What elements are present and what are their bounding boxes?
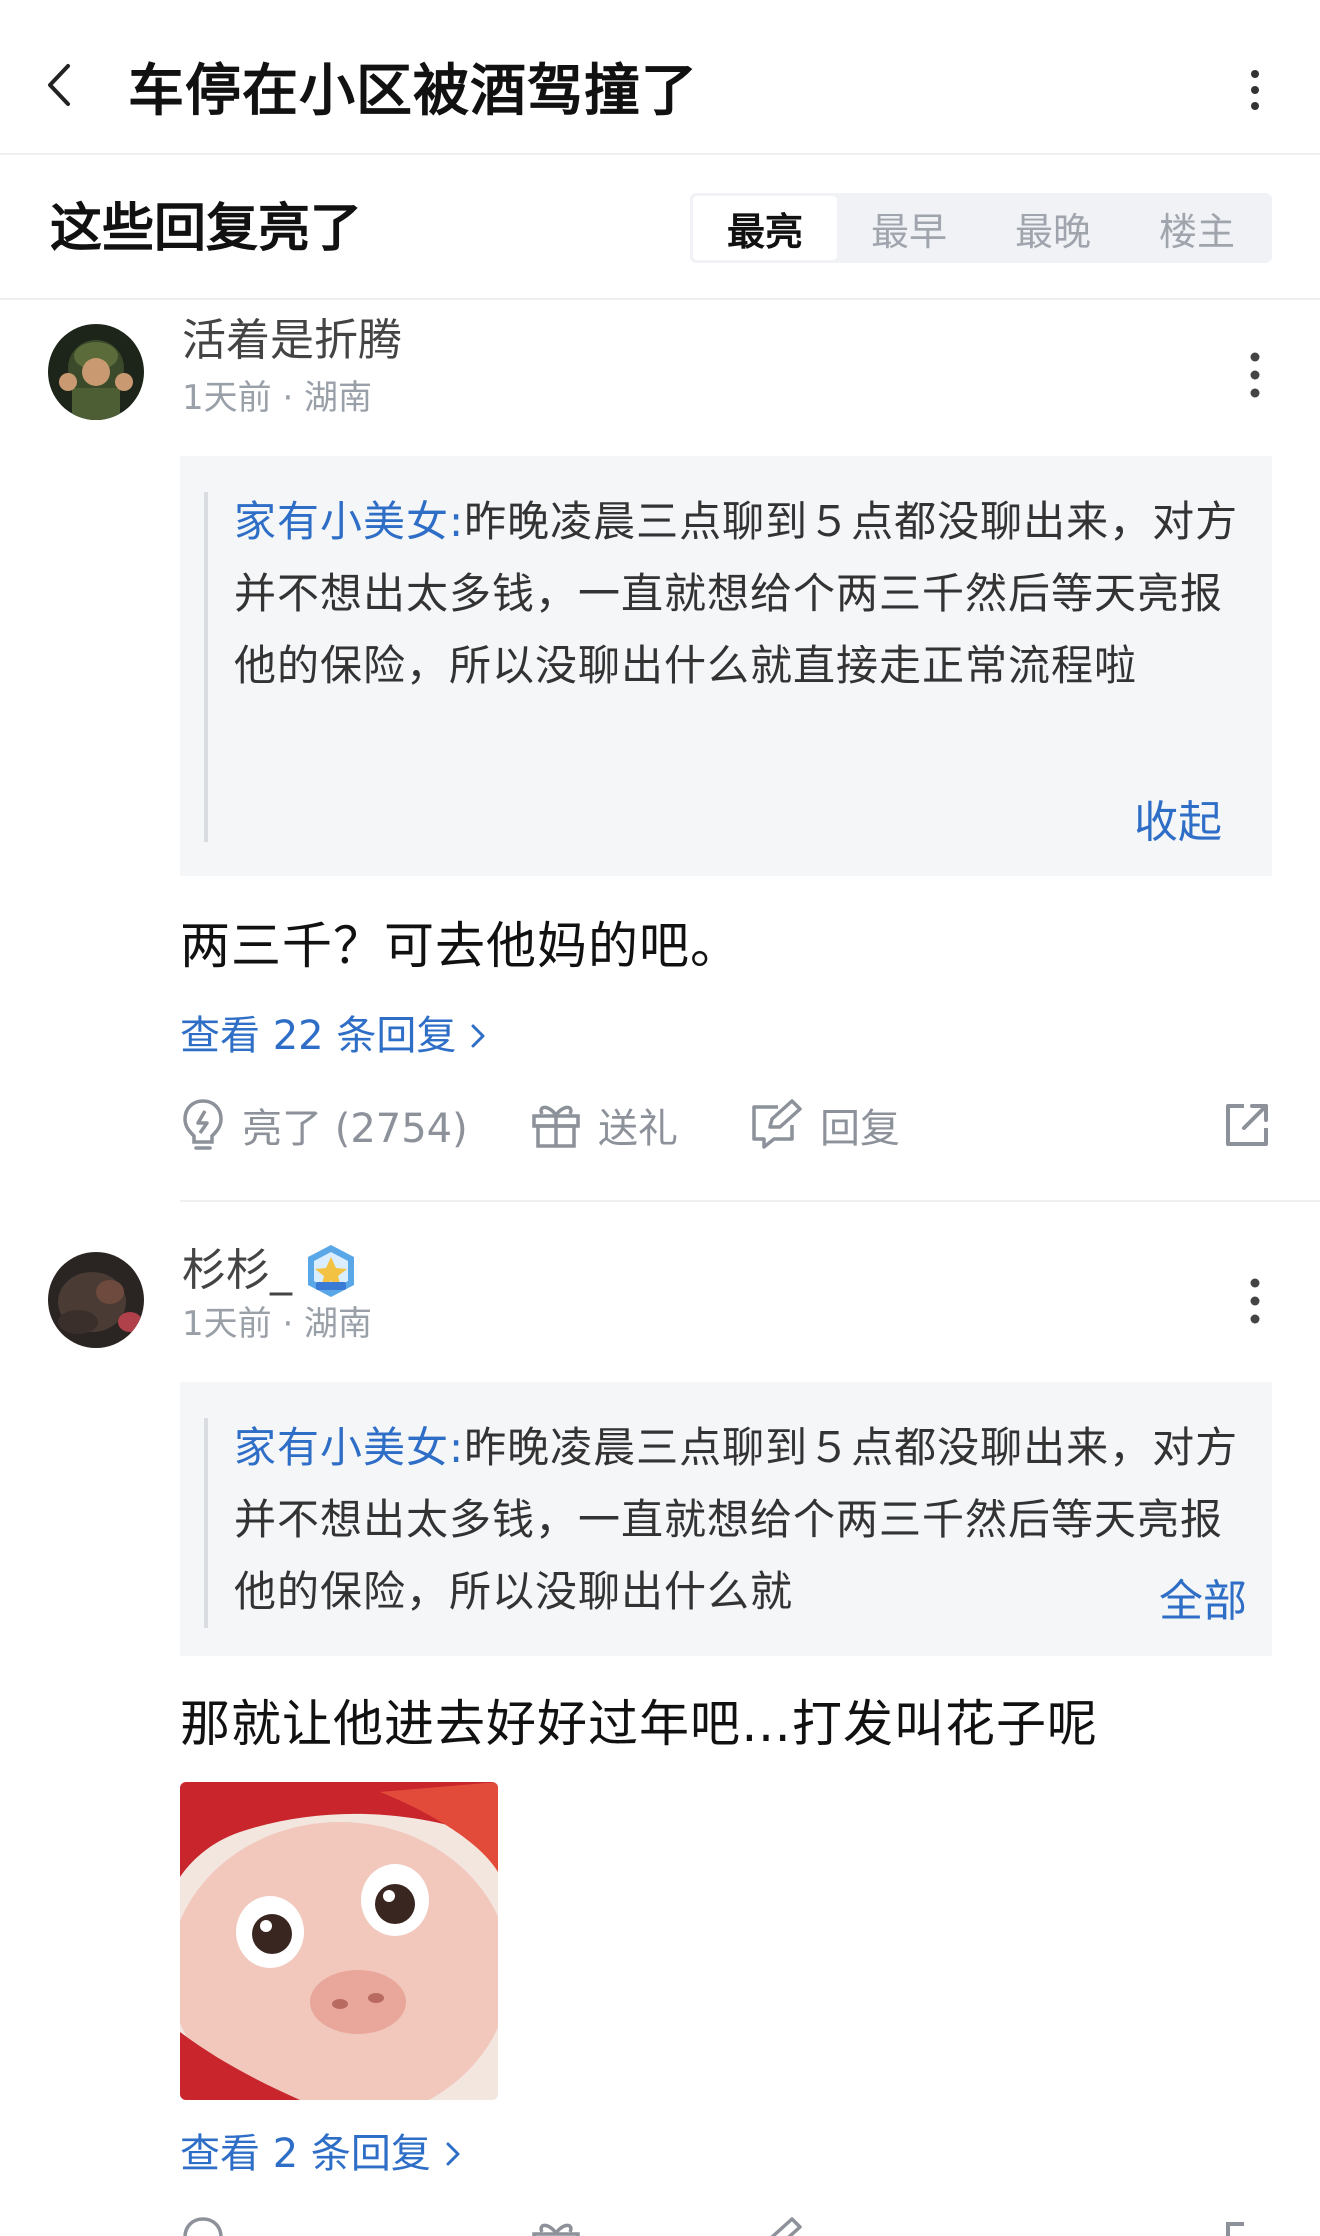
share-button[interactable] [1222,2208,1272,2236]
more-options-button[interactable] [1230,60,1280,120]
gift-icon [532,1105,580,1148]
comment-more-button[interactable] [1230,1266,1280,1336]
gift-button[interactable]: 送礼 [530,1090,678,1160]
edit-comment-icon [752,1099,802,1149]
gift-button[interactable] [530,2208,582,2236]
gift-icon [532,2223,580,2236]
comment-item: 活着是折腾 1天前 · 湖南 家有小美女:昨晚凌晨三点聊到５点都没聊出来，对方并… [0,300,1320,1202]
tab-earliest[interactable]: 最早 [837,196,981,260]
tab-op[interactable]: 楼主 [1125,196,1269,260]
avatar[interactable] [48,324,144,420]
collapse-link[interactable]: 收起 [1134,786,1222,850]
user-badge-icon [308,1245,354,1297]
quote-bar: 家有小美女:昨晚凌晨三点聊到５点都没聊出来，对方并不想出太多钱，一直就想给个两三… [204,492,1244,842]
share-button[interactable] [1222,1090,1272,1160]
username[interactable]: 活着是折腾 [182,314,402,368]
quote-author[interactable]: 家有小美女: [234,1423,464,1472]
back-button[interactable] [30,55,90,115]
like-count-label: 亮了 (2754) [242,1106,468,1152]
quote-text: 家有小美女:昨晚凌晨三点聊到５点都没聊出来，对方并不想出太多钱，一直就想给个两三… [234,1423,1239,1616]
action-row [180,2208,1272,2236]
edit-comment-icon [770,2217,802,2236]
more-vertical-icon [1250,352,1260,398]
lightbulb-icon [183,2217,223,2236]
comment-meta: 1天前 · 湖南 [182,1304,373,1344]
quote-bar: 家有小美女:昨晚凌晨三点聊到５点都没聊出来，对方并不想出太多钱，一直就想给个两三… [204,1418,1244,1628]
reply-button[interactable] [748,2208,804,2236]
more-vertical-icon [1250,1278,1260,1324]
sort-tabs: 最亮 最早 最晚 楼主 [690,193,1272,263]
chevron-right-icon [446,2142,460,2166]
action-row: 亮了 (2754) 送礼 回复 [180,1090,1272,1160]
avatar[interactable] [48,1252,144,1348]
gift-label: 送礼 [598,1106,678,1152]
quoted-comment: 家有小美女:昨晚凌晨三点聊到５点都没聊出来，对方并不想出太多钱，一直就想给个两三… [180,1382,1272,1656]
share-icon [1226,2222,1244,2236]
tab-brightest[interactable]: 最亮 [693,196,837,260]
comment-body: 那就让他进去好好过年吧…打发叫花子呢 [180,1695,1098,1753]
divider [180,1200,1320,1202]
chevron-right-icon [471,1024,485,1048]
expand-all-link[interactable]: 全部 [1109,1570,1247,1634]
reply-label: 回复 [820,1106,900,1152]
view-replies-link[interactable]: 查看 22 条回复 [180,1010,486,1062]
comment-meta: 1天前 · 湖南 [182,378,373,418]
sticker-image[interactable] [180,1782,498,2100]
reply-button[interactable]: 回复 [748,1090,900,1160]
quote-author[interactable]: 家有小美女: [234,497,464,546]
more-vertical-icon [1251,70,1259,110]
top-bar: 车停在小区被酒驾撞了 [0,0,1320,155]
quote-text: 家有小美女:昨晚凌晨三点聊到５点都没聊出来，对方并不想出太多钱，一直就想给个两三… [234,497,1239,690]
page-title: 车停在小区被酒驾撞了 [128,59,698,124]
section-title: 这些回复亮了 [50,199,363,259]
username[interactable]: 杉杉_ [182,1242,360,1300]
lightbulb-icon [183,1099,223,1150]
view-replies-link[interactable]: 查看 2 条回复 [180,2128,461,2180]
tab-latest[interactable]: 最晚 [981,196,1125,260]
like-button[interactable]: 亮了 (2754) [180,1090,468,1160]
section-header: 这些回复亮了 最亮 最早 最晚 楼主 [0,155,1320,300]
comment-item: 杉杉_ 1天前 · 湖南 家有小美女:昨晚凌晨三点聊到５点都没聊出来，对方并不想… [0,1226,1320,2236]
chevron-left-icon [48,64,70,106]
quoted-comment: 家有小美女:昨晚凌晨三点聊到５点都没聊出来，对方并不想出太多钱，一直就想给个两三… [180,456,1272,876]
like-button[interactable] [180,2208,226,2236]
comment-body: 两三千？可去他妈的吧。 [180,917,741,975]
comment-more-button[interactable] [1230,340,1280,410]
share-icon [1226,1104,1268,1146]
